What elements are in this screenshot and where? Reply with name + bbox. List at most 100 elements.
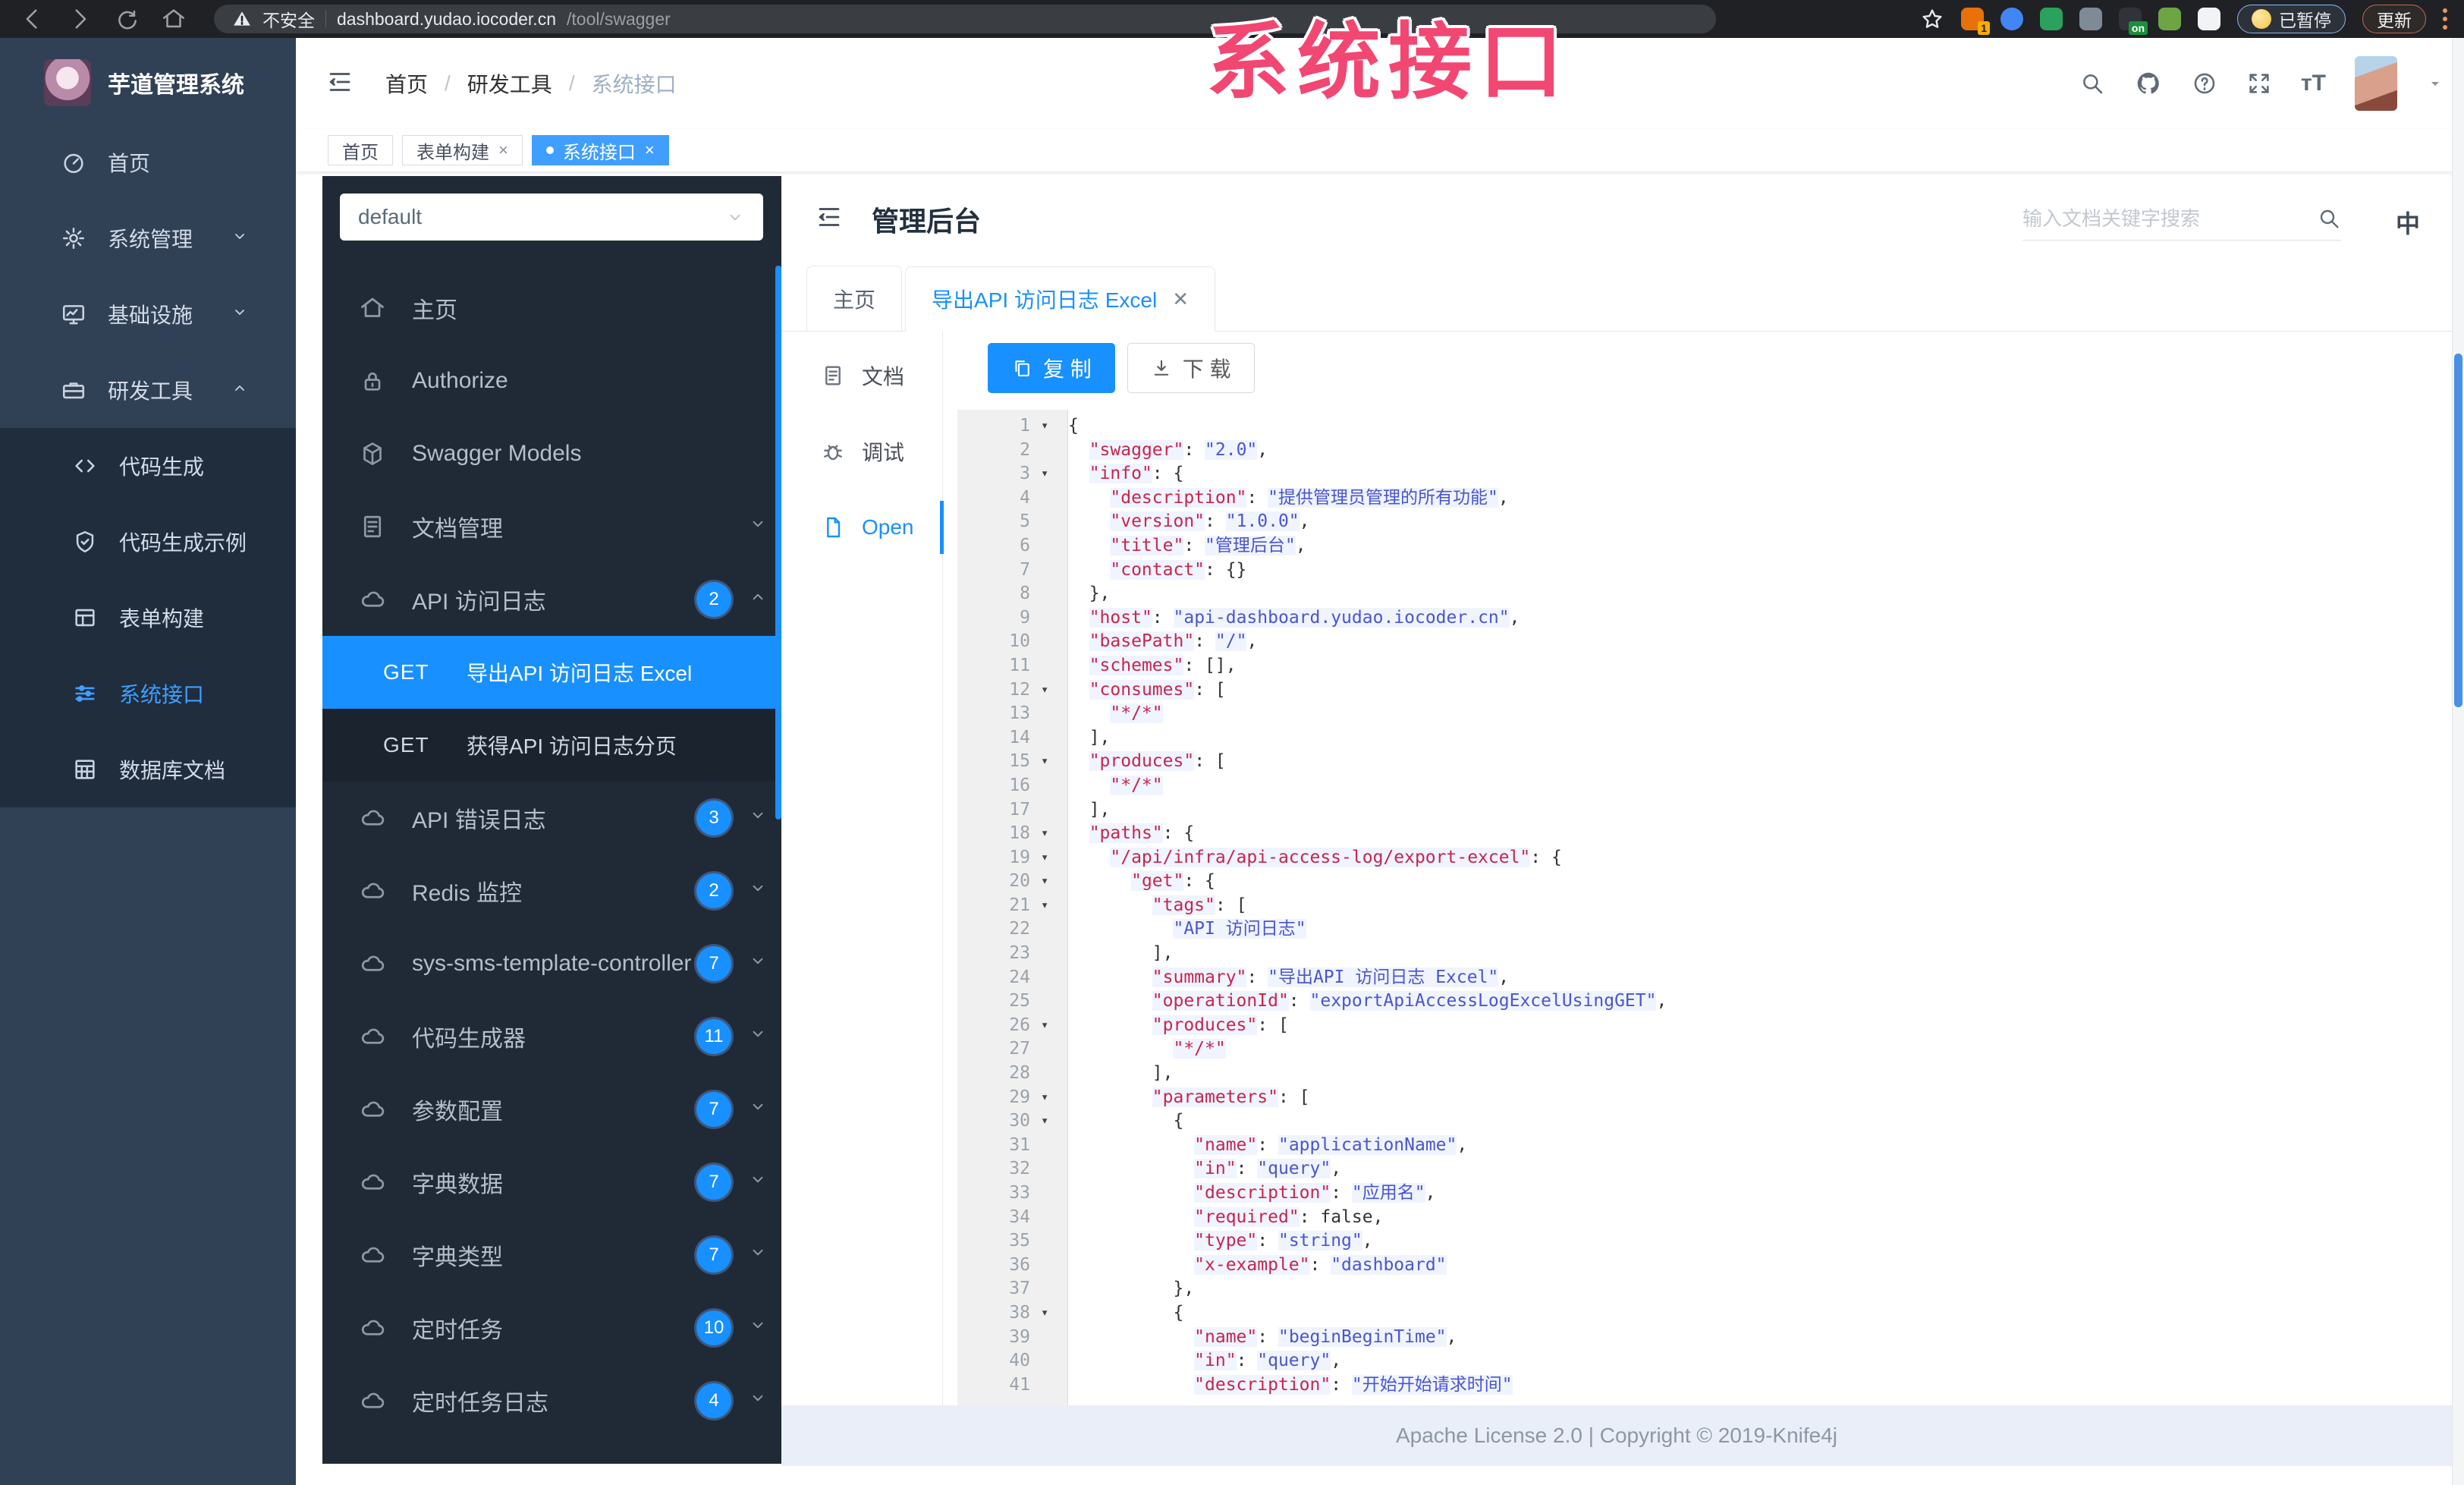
sidebar-scrollbar[interactable] <box>775 266 781 820</box>
fold-toggle-icon[interactable]: ▾ <box>1036 894 1068 918</box>
side-tab-debug[interactable]: 调试 <box>781 414 942 489</box>
ext-puzzle-icon[interactable] <box>2198 8 2220 30</box>
sidebar-item-system-mgmt[interactable]: 系统管理 <box>0 200 296 276</box>
api-group-param-config[interactable]: 参数配置 7 <box>322 1073 781 1146</box>
sidebar-item-form-builder[interactable]: 表单构建 <box>0 580 296 656</box>
ext-orange-icon[interactable]: 1 <box>1961 8 1990 35</box>
window-scrollbar-thumb[interactable] <box>2454 354 2462 707</box>
fold-toggle-icon[interactable]: ▾ <box>1036 846 1068 870</box>
download-button[interactable]: 下 载 <box>1127 343 1255 393</box>
sidebar-item-home[interactable]: 首页 <box>0 124 296 200</box>
browser-menu-icon[interactable] <box>2443 8 2452 30</box>
fold-toggle-icon[interactable]: ▾ <box>1036 870 1068 894</box>
api-group-authorize[interactable]: Authorize <box>322 345 781 417</box>
api-group-swagger-models[interactable]: Swagger Models <box>322 417 781 490</box>
sidebar-item-dev-tools[interactable]: 研发工具 <box>0 352 296 428</box>
tag-home[interactable]: 首页 <box>328 135 393 165</box>
fold-toggle-icon[interactable]: ▾ <box>1036 414 1068 439</box>
github-icon[interactable] <box>2134 69 2163 98</box>
fold-toggle-icon[interactable]: ▾ <box>1036 1086 1068 1110</box>
update-button[interactable]: 更新 <box>2362 5 2426 33</box>
api-group-post[interactable]: 岗位 <box>322 1437 781 1464</box>
tag-form-builder[interactable]: 表单构建 × <box>402 135 523 165</box>
reload-icon[interactable] <box>114 6 140 32</box>
fold-toggle-icon[interactable]: ▾ <box>1036 1014 1068 1038</box>
fullscreen-icon[interactable] <box>2246 71 2272 96</box>
api-group-code-generator[interactable]: 代码生成器 11 <box>322 1000 781 1073</box>
sidebar-item-codegen[interactable]: 代码生成 <box>0 428 296 504</box>
line-number: 39 <box>1009 1326 1030 1347</box>
fold-toggle-icon[interactable]: ▾ <box>1036 822 1068 846</box>
chevron-up-icon <box>748 587 768 612</box>
code-line: 33 "description": "应用名", <box>957 1181 2437 1206</box>
api-group-scheduled-job-log[interactable]: 定时任务日志 4 <box>322 1364 781 1437</box>
help-icon[interactable] <box>2192 71 2217 96</box>
code-line: 36 "x-example": "dashboard" <box>957 1254 2437 1278</box>
doc-search-input[interactable] <box>2022 206 2280 231</box>
sidebar-item-db-doc[interactable]: 数据库文档 <box>0 731 296 807</box>
fold-toggle-icon[interactable]: ▾ <box>1036 1109 1068 1134</box>
close-icon[interactable]: ✕ <box>1172 288 1189 311</box>
font-size-icon[interactable]: тT <box>2301 71 2326 96</box>
tag-system-api[interactable]: 系统接口 × <box>531 135 669 165</box>
ext-green-v-icon[interactable] <box>2040 8 2063 30</box>
sidebar-item-infrastructure[interactable]: 基础设施 <box>0 276 296 352</box>
back-icon[interactable] <box>20 6 46 32</box>
ext-dark-icon[interactable]: on <box>2119 8 2148 35</box>
search-icon[interactable] <box>2079 71 2105 96</box>
window-scrollbar[interactable] <box>2452 38 2464 1485</box>
sidebar-item-system-api[interactable]: 系统接口 <box>0 656 296 731</box>
doc-tab-export-api-access-log-excel[interactable]: 导出API 访问日志 Excel ✕ <box>905 266 1215 332</box>
sidebar-submenu: 代码生成 代码生成示例 表单构建 系统接口 数据库文档 <box>0 428 296 807</box>
ext-squares-icon[interactable] <box>2079 8 2102 30</box>
doc-tab-doc-home[interactable]: 主页 <box>806 266 903 331</box>
copy-button[interactable]: 复 制 <box>988 343 1115 393</box>
close-icon[interactable]: × <box>645 140 655 160</box>
api-op-export-api-access-log[interactable]: GET 导出API 访问日志 Excel <box>322 636 781 709</box>
breadcrumb-item[interactable]: 研发工具 <box>467 68 552 99</box>
forward-icon[interactable] <box>67 6 93 32</box>
paused-button[interactable]: 已暂停 <box>2237 5 2346 33</box>
code-line: 30 ▾ { <box>957 1109 2437 1134</box>
doc-collapse-icon[interactable] <box>816 203 843 234</box>
home-icon[interactable] <box>161 6 187 32</box>
fold-toggle-icon[interactable]: ▾ <box>1036 750 1068 774</box>
not-secure-warning-icon <box>232 9 252 29</box>
cloud-icon <box>359 1314 386 1342</box>
side-tab-open[interactable]: Open <box>781 489 944 565</box>
api-group-redis-monitor[interactable]: Redis 监控 2 <box>322 854 781 927</box>
close-icon[interactable]: × <box>498 140 508 160</box>
avatar-caret-icon[interactable] <box>2426 74 2444 93</box>
api-group-dict-data[interactable]: 字典数据 7 <box>322 1146 781 1219</box>
api-group-homepage[interactable]: 主页 <box>322 272 781 345</box>
sidebar-item-codegen-demo[interactable]: 代码生成示例 <box>0 504 296 580</box>
breadcrumb-item[interactable]: 首页 <box>385 68 428 99</box>
ext-pin-icon[interactable] <box>2000 8 2023 30</box>
fold-toggle-icon[interactable]: ▾ <box>1036 462 1068 486</box>
code-editor[interactable]: 1 ▾{2 "swagger": "2.0", 3 ▾ "info": {4 "des… <box>957 414 2437 1405</box>
api-group-api-access-log[interactable]: API 访问日志 2 <box>322 563 781 636</box>
language-toggle[interactable]: 中 <box>2396 205 2420 240</box>
user-avatar[interactable] <box>2355 56 2397 111</box>
side-tab-document[interactable]: 文档 <box>781 338 942 414</box>
code-line: 23 ], <box>957 942 2437 966</box>
api-group-api-error-log[interactable]: API 错误日志 3 <box>322 782 781 854</box>
api-group-dict-type[interactable]: 字典类型 7 <box>322 1219 781 1292</box>
api-group-doc-mgmt[interactable]: 文档管理 <box>322 490 781 563</box>
line-number: 35 <box>1009 1231 1030 1251</box>
api-group-scheduled-job[interactable]: 定时任务 10 <box>322 1292 781 1364</box>
doc-search-icon[interactable] <box>2317 206 2341 231</box>
fold-toggle-icon[interactable]: ▾ <box>1036 1301 1068 1326</box>
ext-sprout-icon[interactable] <box>2158 8 2181 30</box>
line-number: 17 <box>1009 799 1030 820</box>
bookmark-star-icon[interactable] <box>1920 7 1944 31</box>
api-group-select[interactable]: default <box>340 193 763 241</box>
fold-toggle-icon[interactable]: ▾ <box>1036 678 1068 703</box>
sidebar-collapse-icon[interactable] <box>326 68 354 99</box>
api-group-sys-sms-template-controller[interactable]: sys-sms-template-controller 7 <box>322 927 781 1000</box>
api-op-get-api-access-log-page[interactable]: GET 获得API 访问日志分页 <box>322 709 781 782</box>
